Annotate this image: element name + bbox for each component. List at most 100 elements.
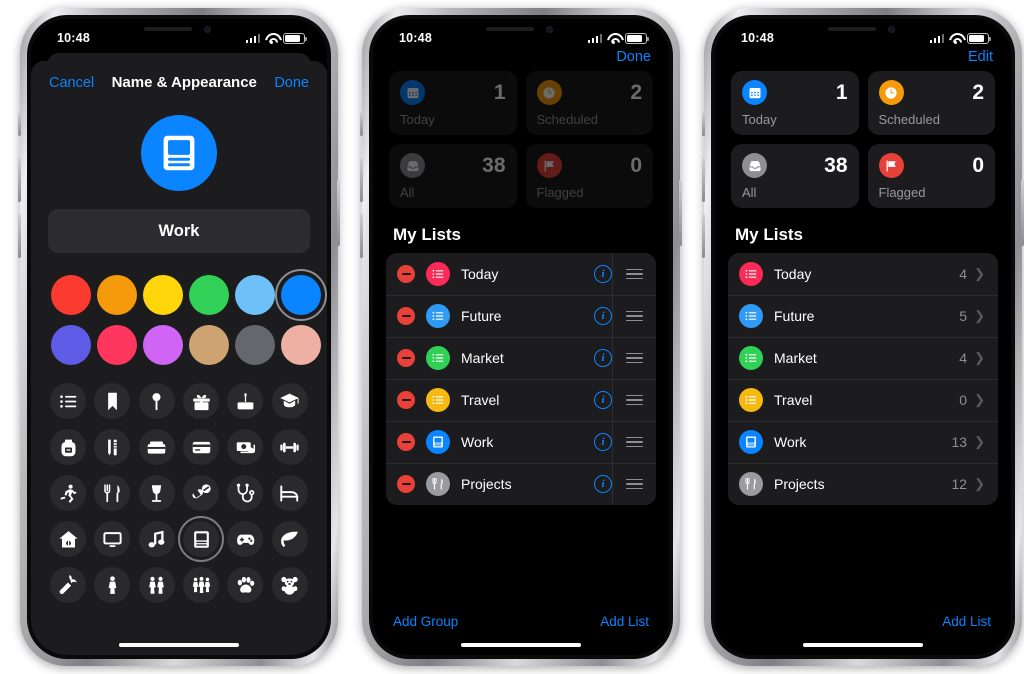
drag-handle-icon[interactable]	[612, 253, 656, 295]
smart-list-card-flagged[interactable]: 0 Flagged	[867, 144, 995, 208]
color-swatch-blue[interactable]	[275, 269, 327, 321]
color-swatch-gray[interactable]	[235, 325, 275, 365]
icon-option-wine-glass[interactable]	[138, 475, 175, 511]
chevron-right-icon: ❯	[974, 476, 985, 491]
home-indicator[interactable]	[803, 642, 923, 647]
color-swatch-violet[interactable]	[143, 325, 183, 365]
list-row[interactable]: Work 13 ❯	[728, 421, 998, 463]
icon-option-leaf[interactable]	[271, 521, 308, 557]
color-swatch-tan[interactable]	[189, 325, 229, 365]
icon-option-banknote[interactable]	[227, 429, 264, 465]
list-info-button[interactable]: i	[594, 307, 612, 325]
list-name-input[interactable]: Work	[48, 209, 310, 253]
list-row[interactable]: Today i	[386, 253, 656, 295]
drag-handle-icon[interactable]	[612, 421, 656, 463]
icon-option-paw[interactable]	[227, 567, 264, 603]
drag-handle-icon[interactable]	[612, 337, 656, 379]
list-info-button[interactable]: i	[594, 349, 612, 367]
icon-option-music-note[interactable]	[138, 521, 175, 557]
icon-option-credit-card[interactable]	[183, 429, 220, 465]
list-row[interactable]: Market i	[386, 337, 656, 379]
flag-icon	[878, 153, 904, 178]
list-row[interactable]: Future i	[386, 295, 656, 337]
drag-handle-icon[interactable]	[612, 379, 656, 421]
icon-option-pencils[interactable]	[94, 429, 131, 465]
list-info-button[interactable]: i	[594, 433, 612, 451]
list-info-button[interactable]: i	[594, 265, 612, 283]
home-indicator[interactable]	[119, 642, 239, 647]
list-row[interactable]: Work i	[386, 421, 656, 463]
color-swatch-pink[interactable]	[97, 325, 137, 365]
icon-option-gift[interactable]	[183, 383, 220, 419]
smart-list-card-all[interactable]: 38 All	[731, 144, 859, 208]
smart-list-card-scheduled[interactable]: 2 Scheduled	[867, 71, 995, 135]
icon-option-stethoscope[interactable]	[227, 475, 264, 511]
icon-option-bookmark[interactable]	[94, 383, 131, 419]
smart-list-card-all[interactable]: 38 All	[389, 144, 517, 208]
drag-handle-icon[interactable]	[612, 463, 656, 505]
delete-row-button[interactable]	[397, 475, 415, 493]
icon-option-birthday-cake[interactable]	[227, 383, 264, 419]
list-row[interactable]: Today 4 ❯	[728, 253, 998, 295]
list-row[interactable]: Travel i	[386, 379, 656, 421]
icon-option-computer[interactable]	[178, 516, 225, 562]
smart-list-label: All	[742, 185, 757, 200]
color-swatch-purple[interactable]	[51, 325, 91, 365]
icon-option-house[interactable]	[50, 521, 87, 557]
icon-option-graduation-cap[interactable]	[271, 383, 308, 419]
list-count: 12	[951, 476, 968, 492]
smart-list-card-today[interactable]: 1 Today	[731, 71, 859, 135]
icon-option-fork-knife[interactable]	[94, 475, 131, 511]
add-group-button[interactable]: Add Group	[393, 614, 458, 629]
icon-option-bed[interactable]	[271, 475, 308, 511]
icon-option-pills[interactable]	[183, 475, 220, 511]
icon-option-backpack[interactable]	[50, 429, 87, 465]
smart-list-count: 1	[493, 81, 506, 104]
delete-row-button[interactable]	[397, 433, 415, 451]
smart-list-card-today[interactable]: 1 Today	[389, 71, 517, 135]
home-indicator[interactable]	[461, 642, 581, 647]
list-row[interactable]: Projects 12 ❯	[728, 463, 998, 505]
list-icon	[739, 262, 763, 286]
delete-row-button[interactable]	[397, 349, 415, 367]
color-swatch-peach[interactable]	[281, 325, 321, 365]
add-list-button[interactable]: Add List	[942, 614, 991, 629]
list-row[interactable]: Market 4 ❯	[728, 337, 998, 379]
list-icon-preview[interactable]	[141, 115, 217, 191]
color-swatch-yellow[interactable]	[143, 275, 183, 315]
icon-option-wallet[interactable]	[138, 429, 175, 465]
icon-option-running[interactable]	[50, 475, 87, 511]
color-swatch-light-blue[interactable]	[235, 275, 275, 315]
list-icon	[59, 394, 77, 408]
delete-row-button[interactable]	[397, 307, 415, 325]
icon-option-map-pin[interactable]	[138, 383, 175, 419]
icon-option-circle	[50, 383, 87, 419]
color-swatch-green[interactable]	[189, 275, 229, 315]
icon-option-two-people[interactable]	[138, 567, 175, 603]
smart-list-card-scheduled[interactable]: 2 Scheduled	[525, 71, 653, 135]
list-row[interactable]: Travel 0 ❯	[728, 379, 998, 421]
icon-option-dumbbell[interactable]	[271, 429, 308, 465]
list-info-button[interactable]: i	[594, 475, 612, 493]
delete-row-button[interactable]	[397, 391, 415, 409]
done-button[interactable]: Done	[274, 75, 309, 91]
cancel-button[interactable]: Cancel	[49, 75, 94, 91]
list-row[interactable]: Projects i	[386, 463, 656, 505]
delete-row-button[interactable]	[397, 265, 415, 283]
smart-list-card-flagged[interactable]: 0 Flagged	[525, 144, 653, 208]
icon-option-gamepad[interactable]	[227, 521, 264, 557]
icon-option-display[interactable]	[94, 521, 131, 557]
icon-option-carrot[interactable]	[50, 567, 87, 603]
drag-handle-icon[interactable]	[612, 295, 656, 337]
icon-option-person[interactable]	[94, 567, 131, 603]
icon-option-teddy-bear[interactable]	[271, 567, 308, 603]
icon-option-circle	[227, 521, 264, 557]
color-swatch-red[interactable]	[51, 275, 91, 315]
list-row[interactable]: Future 5 ❯	[728, 295, 998, 337]
icon-option-list[interactable]	[50, 383, 87, 419]
clock-icon	[878, 80, 904, 105]
color-swatch-orange[interactable]	[97, 275, 137, 315]
add-list-button[interactable]: Add List	[600, 614, 649, 629]
list-info-button[interactable]: i	[594, 391, 612, 409]
icon-option-three-people[interactable]	[183, 567, 220, 603]
